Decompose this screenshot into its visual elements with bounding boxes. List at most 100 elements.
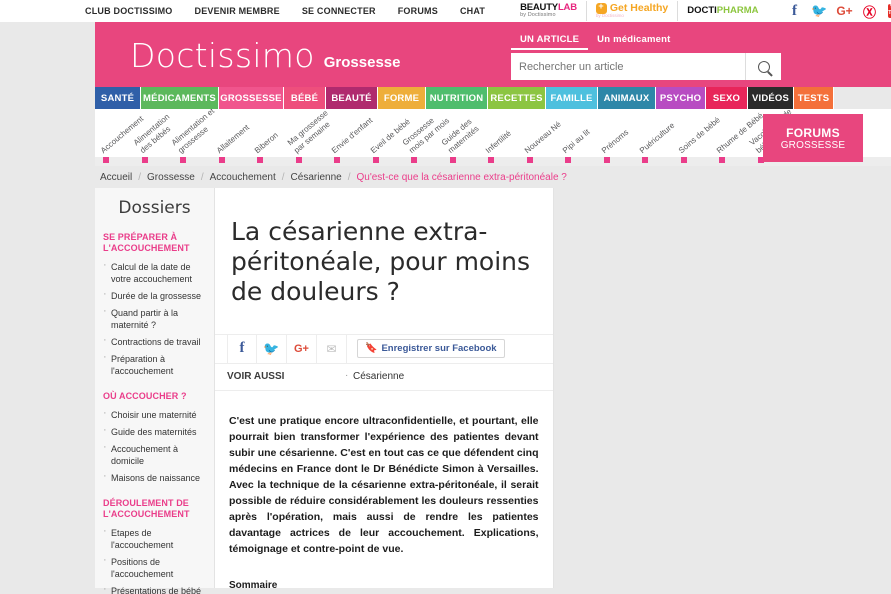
beautylab-sub: by Doctissimo: [520, 12, 556, 19]
logo-section-label: Grossesse: [323, 54, 401, 71]
voir-aussi-row: VOIR AUSSI Césarienne: [215, 364, 553, 391]
forums-button-line2: GROSSESSE: [780, 139, 846, 151]
breadcrumb-separator: /: [138, 171, 142, 183]
breadcrumb-item-1[interactable]: Grossesse: [147, 172, 195, 183]
sidebar-section-title: OÙ ACCOUCHER ?: [103, 391, 187, 401]
youtube-icon[interactable]: YouTube: [887, 4, 891, 18]
top-link-chat[interactable]: CHAT: [460, 6, 485, 16]
subnav-item-label: Grossesse mois par mois: [401, 109, 451, 155]
subnav-marker-icon: [257, 157, 263, 163]
save-to-facebook-button[interactable]: 🔖 Enregistrer sur Facebook: [357, 339, 505, 358]
save-to-facebook-label: Enregistrer sur Facebook: [381, 343, 497, 354]
subnav-label-line: Envie d'enfant: [329, 115, 375, 155]
sidebar-item[interactable]: Accouchement à domicile: [103, 440, 206, 469]
catnav-item-mdicaments[interactable]: MÉDICAMENTS: [141, 87, 219, 109]
catnav-item-grossesse[interactable]: GROSSESSE: [219, 87, 284, 109]
subnav-marker-icon: [411, 157, 417, 163]
sidebar-item[interactable]: Présentations de bébé: [103, 582, 206, 594]
content-area: Dossiers SE PRÉPARER À L'ACCOUCHEMENT Cal…: [95, 188, 891, 594]
tab-un-medicament[interactable]: Un médicament: [588, 32, 679, 50]
top-link-devenir-membre[interactable]: DEVENIR MEMBRE: [195, 6, 280, 16]
top-link-forums[interactable]: FORUMS: [398, 6, 438, 16]
subnav-marker-icon: [372, 157, 379, 163]
top-nav-links: CLUB DOCTISSIMO DEVENIR MEMBRE SE CONNEC…: [85, 6, 485, 16]
search-tabs: UN ARTICLE Un médicament: [511, 32, 781, 50]
search-input[interactable]: [511, 54, 745, 79]
page-title: La césarienne extra-péritonéale, pour mo…: [231, 216, 531, 306]
catnav-item-vidos[interactable]: VIDÉOS: [748, 87, 794, 109]
beautylab-accent: LAB: [557, 2, 577, 14]
sidebar-item[interactable]: Maisons de naissance: [103, 469, 206, 486]
sidebar-item[interactable]: Positions de l'accouchement: [103, 553, 206, 582]
forums-grossesse-button[interactable]: FORUMS GROSSESSE: [763, 114, 863, 162]
share-google-plus-icon[interactable]: G+: [287, 333, 317, 364]
subnav-item-label: Ma grossesse par semaine: [285, 109, 335, 155]
search-icon: [757, 60, 770, 73]
subnav-marker-icon: [719, 157, 725, 163]
sidebar-item[interactable]: Choisir une maternité: [103, 406, 206, 423]
doctipharma-logo[interactable]: DOCTIPHARMA: [677, 1, 767, 21]
subnav-item-label: Puériculture: [638, 120, 677, 155]
subnav-marker-icon: [295, 157, 302, 163]
partner-logos: BEAUTYLAB by Doctissimo Get Healthy by D…: [511, 1, 767, 21]
logo-text: Doctissimo: [130, 36, 315, 75]
catnav-item-forme[interactable]: FORME: [378, 87, 426, 109]
sidebar-item[interactable]: Préparation à l'accouchement: [103, 350, 206, 379]
catnav-item-famille[interactable]: FAMILLE: [546, 87, 598, 109]
sidebar-item[interactable]: Guide des maternités: [103, 423, 206, 440]
pinterest-icon[interactable]: Ⓧ: [863, 4, 877, 20]
social-links: f 🐦 G+ Ⓧ YouTube: [788, 3, 891, 20]
sidebar-item[interactable]: Quand partir à la maternité ?: [103, 304, 206, 333]
catnav-item-sexo[interactable]: SEXO: [706, 87, 748, 109]
subnav-marker-icon: [218, 157, 225, 163]
site-logo[interactable]: Doctissimo Grossesse: [130, 36, 400, 75]
share-facebook-icon[interactable]: f: [227, 333, 257, 364]
catnav-item-bb[interactable]: BÉBÉ: [284, 87, 326, 109]
subnav-item-label: Nouveau Né: [522, 119, 562, 155]
sidebar-item[interactable]: Contractions de travail: [103, 333, 206, 350]
breadcrumb-separator: /: [347, 171, 351, 183]
beautylab-logo[interactable]: BEAUTYLAB by Doctissimo: [511, 1, 586, 21]
breadcrumb-item-0[interactable]: Accueil: [100, 172, 132, 183]
sidebar-item[interactable]: Durée de la grossesse: [103, 287, 206, 304]
doctipharma-accent: PHARMA: [716, 5, 759, 17]
subnav-item-label: Infertilité: [484, 128, 513, 155]
catnav-item-recettes[interactable]: RECETTES: [488, 87, 546, 109]
subnav-label-line: Prénoms: [599, 127, 630, 155]
subnav-item-label: Biberon: [253, 130, 280, 155]
facebook-icon[interactable]: f: [788, 3, 802, 19]
search-button[interactable]: [745, 53, 781, 80]
sidebar-section-title: SE PRÉPARER À L'ACCOUCHEMENT: [103, 232, 190, 253]
gethealthy-sub: by Doctissimo: [595, 13, 624, 19]
breadcrumb-item-3[interactable]: Césarienne: [291, 172, 342, 183]
subnav-item-label: Envie d'enfant: [330, 115, 375, 155]
catnav-item-animaux[interactable]: ANIMAUX: [598, 87, 656, 109]
share-twitter-icon[interactable]: 🐦: [257, 333, 287, 364]
catnav-item-psycho[interactable]: PSYCHO: [656, 87, 706, 109]
subnav-item-label: Pipi au lit: [561, 127, 592, 155]
sidebar-sections: SE PRÉPARER À L'ACCOUCHEMENT Calcul de la…: [95, 226, 214, 594]
gethealthy-logo[interactable]: Get Healthy by Doctissimo: [585, 1, 677, 21]
subnav-label-line: Puériculture: [637, 120, 677, 155]
twitter-icon[interactable]: 🐦: [811, 3, 827, 18]
google-plus-icon[interactable]: G+: [836, 4, 852, 18]
sidebar-section-title: DÉROULEMENT DE L'ACCOUCHEMENT: [103, 498, 190, 519]
share-email-icon[interactable]: ✉: [317, 333, 347, 364]
subnav-marker-icon: [103, 157, 109, 163]
tab-un-article[interactable]: UN ARTICLE: [511, 32, 589, 50]
subnav-marker-icon: [180, 157, 186, 163]
sidebar-item[interactable]: Etapes de l'accouchement: [103, 524, 206, 553]
gethealthy-hex-icon: [595, 2, 607, 15]
top-utility-bar: CLUB DOCTISSIMO DEVENIR MEMBRE SE CONNEC…: [0, 0, 891, 22]
voir-aussi-item-cesarienne[interactable]: Césarienne: [345, 370, 404, 382]
catnav-item-nutrition[interactable]: NUTRITION: [426, 87, 488, 109]
top-link-club[interactable]: CLUB DOCTISSIMO: [85, 6, 173, 16]
top-link-se-connecter[interactable]: SE CONNECTER: [302, 6, 376, 16]
catnav-item-beaut[interactable]: BEAUTÉ: [326, 87, 378, 109]
breadcrumb-separator: /: [281, 171, 285, 183]
subnav-label-line: Biberon: [252, 129, 280, 155]
catnav-item-tests[interactable]: TESTS: [794, 87, 834, 109]
catnav-item-sant[interactable]: SANTÉ: [95, 87, 141, 109]
sidebar-item[interactable]: Calcul de la date de votre accouchement: [103, 258, 206, 287]
breadcrumb-item-2[interactable]: Accouchement: [210, 172, 276, 183]
